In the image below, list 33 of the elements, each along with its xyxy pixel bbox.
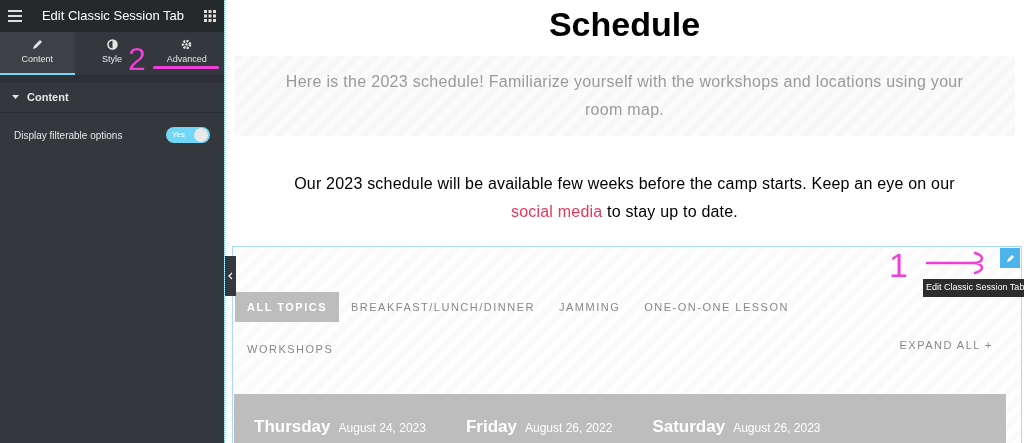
expand-all-link[interactable]: EXPAND ALL + [899, 337, 993, 354]
day-date: August 24, 2023 [338, 420, 426, 437]
chevron-left-icon [228, 272, 233, 280]
annotation-number: 2 [128, 42, 146, 76]
grid-icon[interactable] [204, 10, 216, 22]
pencil-icon [1005, 253, 1015, 263]
day-name: Friday [465, 416, 517, 438]
annotation-number: 1 [889, 245, 908, 285]
filter-tab[interactable]: WORKSHOPS [235, 334, 346, 364]
filter-tab[interactable]: JAMMING [547, 292, 633, 322]
panel-title: Edit Classic Session Tab [41, 7, 185, 26]
gear-icon [181, 38, 193, 50]
collapse-panel-button[interactable] [225, 256, 236, 296]
filter-tab[interactable]: BREAKFAST/LUNCH/DINNER [339, 292, 547, 322]
panel-tab[interactable]: Advanced [149, 32, 224, 75]
filter-tab[interactable]: ONE-ON-ONE LESSON [632, 292, 801, 322]
day-name: Saturday [652, 416, 726, 438]
notice-text: Our 2023 schedule will be available few weeks before the camp starts. Keep an eye on our social media to stay up to date. [293, 174, 956, 222]
day-date: August 26, 2022 [524, 420, 613, 437]
intro-text: Here is the 2023 schedule! Familiarize yourself with the workshops and locations using your room map. [284, 72, 965, 120]
page-heading: Schedule [548, 4, 701, 45]
filter-tab[interactable]: ALL TOPICS [235, 292, 339, 322]
day-name: Thursday [254, 416, 331, 438]
panel-tab[interactable]: Content [0, 32, 75, 75]
pencil-icon [31, 38, 43, 50]
section-header[interactable]: Content [0, 83, 224, 113]
control-label: Display filterable options [14, 128, 123, 143]
underline-annotation [153, 66, 219, 69]
contrast-icon [106, 38, 118, 50]
day-date: August 26, 2023 [733, 420, 821, 437]
tooltip: Edit Classic Session Tab [923, 279, 1024, 297]
social-media-link[interactable]: social media [511, 203, 603, 220]
menu-icon[interactable] [8, 10, 22, 22]
